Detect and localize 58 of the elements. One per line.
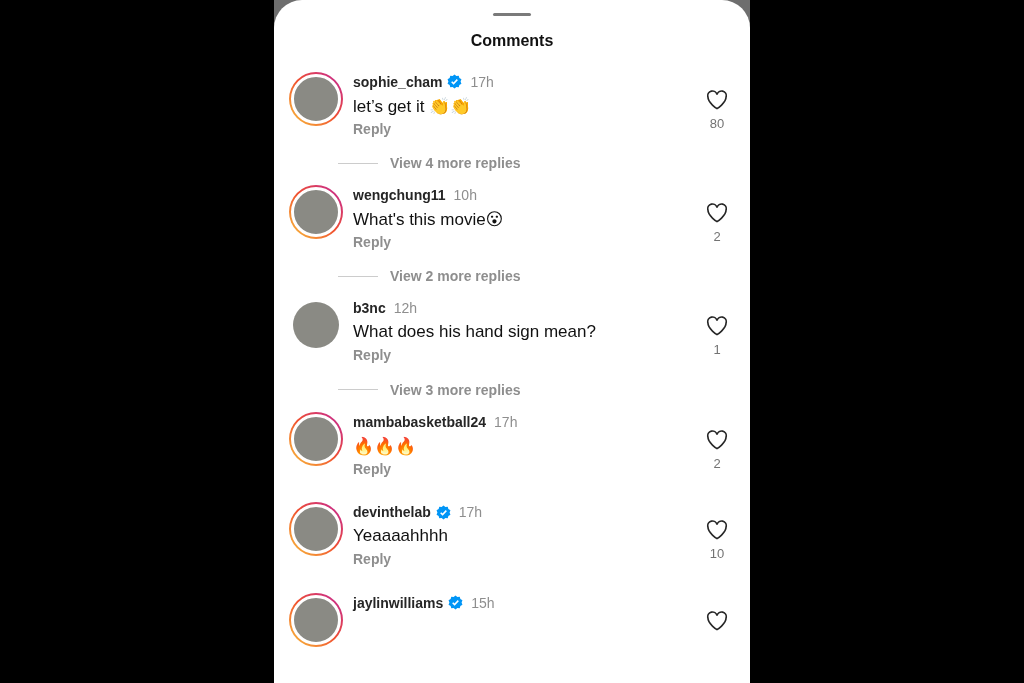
reply-link[interactable]: Reply xyxy=(353,460,392,477)
like-button[interactable] xyxy=(706,89,728,110)
sheet-title: Comments xyxy=(469,31,555,50)
heart-icon xyxy=(706,520,728,541)
comment-text: What's this movie😮 xyxy=(353,209,505,232)
comment-text: 🔥🔥🔥 xyxy=(353,435,417,458)
like-count: 10 xyxy=(709,546,725,562)
story-ring[interactable] xyxy=(289,71,343,126)
verified-badge-icon xyxy=(447,74,463,90)
view-replies-link[interactable]: View 3 more replies xyxy=(390,381,521,398)
reply-link[interactable]: Reply xyxy=(353,234,392,251)
reply-link[interactable]: Reply xyxy=(353,120,392,137)
view-replies-link[interactable]: View 4 more replies xyxy=(390,155,521,172)
avatar-placeholder xyxy=(291,504,341,555)
reply-link[interactable]: Reply xyxy=(353,551,392,568)
username[interactable]: wengchung11 xyxy=(353,187,446,204)
heart-icon xyxy=(706,316,728,337)
username[interactable]: b3nc xyxy=(353,300,386,317)
like-button[interactable] xyxy=(706,520,728,541)
heart-icon xyxy=(706,610,728,631)
avatar-placeholder xyxy=(293,302,339,349)
username[interactable]: mambabasketball24 xyxy=(353,413,487,430)
like-button[interactable] xyxy=(706,429,728,450)
story-ring[interactable] xyxy=(289,502,343,557)
comment-text: Yeaaaahhhh xyxy=(353,526,449,548)
like-button[interactable] xyxy=(706,203,728,224)
verified-badge-icon xyxy=(448,595,464,611)
avatar-placeholder xyxy=(291,187,341,238)
drag-handle[interactable] xyxy=(493,13,531,16)
like-button[interactable] xyxy=(706,316,728,337)
username[interactable]: devinthelab xyxy=(353,504,431,521)
verified-badge-icon xyxy=(435,504,451,520)
avatar-placeholder xyxy=(291,594,341,645)
comment-time: 17h xyxy=(494,413,518,430)
story-ring[interactable] xyxy=(289,592,343,647)
like-count: 2 xyxy=(713,229,721,245)
like-count: 1 xyxy=(713,342,721,358)
story-ring[interactable] xyxy=(289,411,343,466)
comment-text: let’s get it 👏👏 xyxy=(353,95,473,118)
avatar-placeholder xyxy=(291,73,341,124)
reply-link[interactable]: Reply xyxy=(353,347,392,364)
heart-icon xyxy=(706,89,728,110)
username[interactable]: jaylinwilliams xyxy=(353,594,444,611)
story-ring[interactable] xyxy=(289,185,343,240)
heart-icon xyxy=(706,203,728,224)
like-button[interactable] xyxy=(706,610,728,631)
comment-time: 10h xyxy=(453,187,477,204)
comment-time: 17h xyxy=(470,73,494,90)
comment-time: 12h xyxy=(393,300,418,317)
like-count: 2 xyxy=(713,455,721,471)
comment-time: 15h xyxy=(471,594,495,611)
comment-time: 17h xyxy=(458,504,483,521)
avatar-placeholder xyxy=(291,413,341,464)
like-count: 80 xyxy=(709,115,725,131)
comment-text: What does his hand sign mean? xyxy=(353,322,597,344)
username[interactable]: sophie_cham xyxy=(353,73,443,90)
heart-icon xyxy=(706,429,728,450)
view-replies-link[interactable]: View 2 more replies xyxy=(390,268,521,285)
